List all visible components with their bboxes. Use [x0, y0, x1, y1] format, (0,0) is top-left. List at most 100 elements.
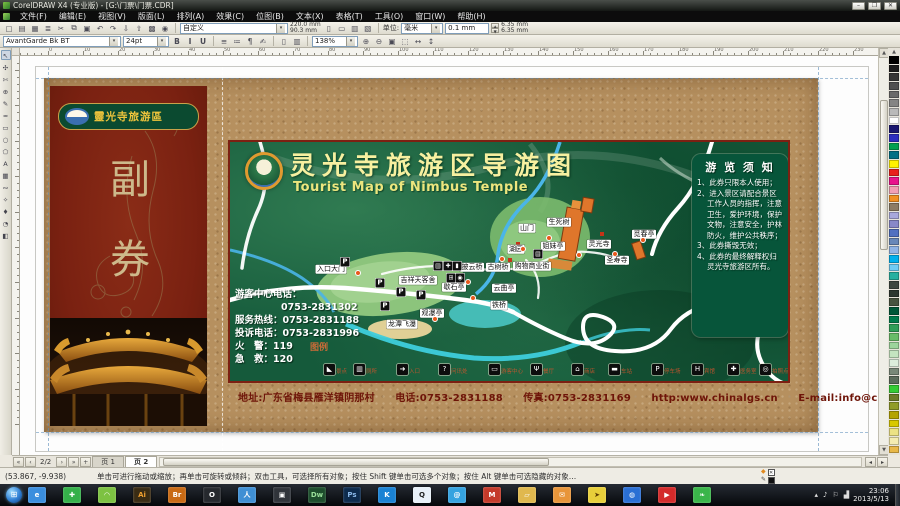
tray-icon[interactable]: ⚐ — [832, 491, 838, 499]
crop-tool[interactable]: ✄ — [1, 74, 11, 84]
palette-swatch[interactable] — [889, 134, 899, 142]
taskbar-qq[interactable]: Q — [413, 487, 431, 503]
shape-tool[interactable]: ✣ — [1, 62, 11, 72]
next-page-button[interactable]: › — [56, 457, 67, 467]
menu-item[interactable]: 帮助(H) — [451, 11, 491, 22]
corel-online-icon[interactable]: ◉ — [159, 23, 171, 34]
menu-item[interactable]: 排列(A) — [171, 11, 211, 22]
taskbar-illustrator[interactable]: Ai — [133, 487, 151, 503]
guide-line[interactable] — [36, 432, 868, 433]
menu-item[interactable]: 编辑(E) — [53, 11, 92, 22]
two-column-icon[interactable]: ▥ — [291, 36, 303, 47]
menu-item[interactable]: 效果(C) — [210, 11, 250, 22]
menu-item[interactable]: 表格(T) — [330, 11, 369, 22]
portrait-icon[interactable]: ▯ — [323, 23, 335, 34]
palette-swatch[interactable] — [889, 246, 899, 254]
outline-tool[interactable]: ♦ — [1, 206, 11, 216]
close-button[interactable]: ✕ — [884, 2, 897, 10]
palette-scroll-up-icon[interactable]: ▲ — [889, 49, 899, 56]
taskbar-dreamweaver[interactable]: Dw — [308, 487, 326, 503]
palette-swatch[interactable] — [889, 446, 899, 454]
menu-item[interactable]: 版面(L) — [132, 11, 171, 22]
minimize-button[interactable]: – — [852, 2, 865, 10]
taskbar-kugou[interactable]: K — [378, 487, 396, 503]
palette-swatch[interactable] — [889, 160, 899, 168]
palette-swatch[interactable] — [889, 437, 899, 445]
italic-button[interactable]: I — [184, 36, 196, 47]
taskbar-office[interactable]: O — [203, 487, 221, 503]
palette-swatch[interactable] — [889, 420, 899, 428]
drawing-canvas[interactable]: 靈光寺旅游區 副 券 — [20, 56, 878, 455]
palette-swatch[interactable] — [889, 342, 899, 350]
bullet-list-icon[interactable]: ≔ — [231, 36, 243, 47]
blend-tool[interactable]: ∾ — [1, 182, 11, 192]
export-icon[interactable]: ⇧ — [133, 23, 145, 34]
edit-text-icon[interactable]: ✍ — [257, 36, 269, 47]
horizontal-scrollbar[interactable] — [159, 457, 862, 467]
horizontal-scroll-thumb[interactable] — [163, 458, 548, 466]
menu-item[interactable]: 位图(B) — [250, 11, 290, 22]
taskbar-earth[interactable]: ◍ — [623, 487, 641, 503]
taskbar-bridge[interactable]: Br — [168, 487, 186, 503]
taskbar-aliwangwang[interactable]: 人 — [238, 487, 256, 503]
palette-swatch[interactable] — [889, 65, 899, 73]
maximize-button[interactable]: ❐ — [868, 2, 881, 10]
eyedropper-tool[interactable]: ✧ — [1, 194, 11, 204]
palette-swatch[interactable] — [889, 143, 899, 151]
palette-swatch[interactable] — [889, 333, 899, 341]
font-combo[interactable]: AvantGarde Bk BT ▾ — [3, 36, 121, 47]
palette-swatch[interactable] — [889, 272, 899, 280]
interactive-fill-tool[interactable]: ◧ — [1, 230, 11, 240]
zoom-selected-icon[interactable]: ▣ — [386, 36, 398, 47]
app-launcher-icon[interactable]: ▩ — [146, 23, 158, 34]
palette-swatch[interactable] — [889, 281, 899, 289]
copy-icon[interactable]: ⧉ — [68, 23, 80, 34]
palette-swatch[interactable] — [889, 298, 899, 306]
zoom-height-icon[interactable]: ↕ — [425, 36, 437, 47]
rectangle-tool[interactable]: ▭ — [1, 122, 11, 132]
taskbar-ie[interactable]: e — [28, 487, 46, 503]
palette-swatch[interactable] — [889, 177, 899, 185]
tray-icon[interactable]: ♪ — [823, 491, 827, 499]
polygon-tool[interactable]: ⬠ — [1, 146, 11, 156]
all-pages-icon[interactable]: ▥ — [349, 23, 361, 34]
freehand-tool[interactable]: ✎ — [1, 98, 11, 108]
font-size-combo[interactable]: 24pt ▾ — [123, 36, 169, 47]
options-icon[interactable]: ▧ — [362, 23, 374, 34]
palette-swatch[interactable] — [889, 264, 899, 272]
palette-swatch[interactable] — [889, 212, 899, 220]
taskbar-media-player[interactable]: ▣ — [273, 487, 291, 503]
palette-swatch[interactable] — [889, 307, 899, 315]
taskbar-360-safe[interactable]: ✚ — [63, 487, 81, 503]
palette-swatch[interactable] — [889, 125, 899, 133]
drop-cap-icon[interactable]: ¶ — [244, 36, 256, 47]
tourist-map[interactable]: 灵光寺旅游区导游图 Tourist Map of Nimbus Temple 游… — [228, 140, 790, 383]
save-icon[interactable]: ▦ — [29, 23, 41, 34]
text-tool[interactable]: A — [1, 158, 11, 168]
vertical-scrollbar[interactable]: ▲ ▼ — [878, 48, 888, 455]
scroll-right-icon[interactable]: ▸ — [877, 457, 888, 467]
palette-swatch[interactable] — [889, 290, 899, 298]
palette-swatch[interactable] — [889, 186, 899, 194]
palette-swatch[interactable] — [889, 73, 899, 81]
vertical-ruler[interactable] — [12, 56, 20, 455]
page-tab[interactable]: 页 2 — [125, 456, 157, 467]
tray-icon[interactable]: ▴ — [814, 491, 818, 499]
alignment-icon[interactable]: ≡ — [218, 36, 230, 47]
landscape-icon[interactable]: ▭ — [336, 23, 348, 34]
palette-swatch[interactable] — [889, 238, 899, 246]
taskbar-pptv[interactable]: ▶ — [658, 487, 676, 503]
bold-button[interactable]: B — [171, 36, 183, 47]
taskbar-photoshop[interactable]: Ps — [343, 487, 361, 503]
import-icon[interactable]: ⇩ — [120, 23, 132, 34]
palette-swatch[interactable] — [889, 350, 899, 358]
tray-icon[interactable]: ▟ — [844, 491, 849, 499]
show-desktop-button[interactable] — [895, 484, 900, 506]
open-icon[interactable]: ▤ — [16, 23, 28, 34]
underline-button[interactable]: U — [197, 36, 209, 47]
table-tool[interactable]: ▦ — [1, 170, 11, 180]
palette-swatch[interactable] — [889, 402, 899, 410]
menu-item[interactable]: 窗口(W) — [409, 11, 451, 22]
horizontal-ruler[interactable]: 0102030405060708090100110120130140150160… — [20, 48, 878, 56]
page-tab[interactable]: 页 1 — [92, 456, 124, 467]
